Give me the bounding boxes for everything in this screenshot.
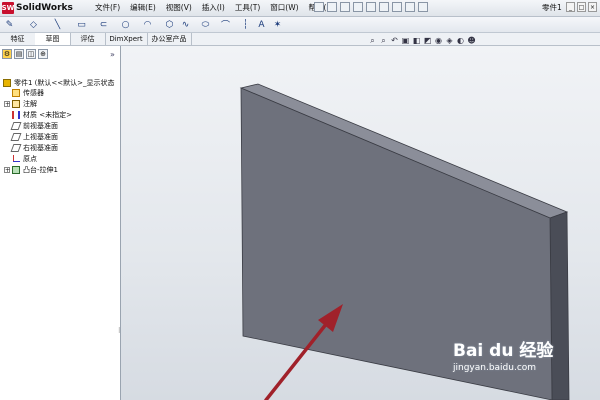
plane-icon: [10, 121, 22, 130]
tree-item-label: 材质 <未指定>: [23, 110, 72, 119]
tree-item-front-plane[interactable]: 前视基准面: [10, 121, 58, 130]
menu-insert[interactable]: 插入(I): [197, 2, 230, 14]
tree-item-boss-extrude[interactable]: + 凸台-拉伸1: [4, 165, 58, 174]
main-menu: 文件(F) 编辑(E) 视图(V) 插入(I) 工具(T) 窗口(W) 帮助(H…: [90, 2, 340, 14]
view-settings-icon[interactable]: ☻: [467, 36, 476, 45]
window-controls: _ □ ×: [566, 2, 597, 12]
text-icon[interactable]: A: [256, 19, 267, 30]
maximize-button[interactable]: □: [577, 2, 586, 12]
display-style-icon[interactable]: ◩: [423, 36, 432, 45]
slot-icon[interactable]: ⊂: [98, 19, 109, 30]
sketch-toolbar: ✎ ◇ ╲ ▭ ⊂ ○ ◠ ⬡ ∿ ⬭ ⌒ ┆ A ✶: [0, 17, 600, 33]
centerline-icon[interactable]: ┆: [240, 19, 251, 30]
circle-icon[interactable]: ○: [120, 19, 131, 30]
menu-window[interactable]: 窗口(W): [265, 2, 303, 14]
menu-bar: SW SolidWorks 文件(F) 编辑(E) 视图(V) 插入(I) 工具…: [0, 0, 600, 17]
tree-item-label: 前视基准面: [23, 121, 58, 130]
expand-plus-icon[interactable]: +: [4, 100, 10, 107]
feature-manager-tab-icon[interactable]: ⚙: [2, 49, 12, 59]
spline-icon[interactable]: ∿: [180, 19, 191, 30]
view-orientation-icon[interactable]: ◧: [412, 36, 421, 45]
menu-edit[interactable]: 编辑(E): [125, 2, 161, 14]
solidworks-logo-icon: SW: [1, 2, 15, 14]
tree-item-label: 上视基准面: [23, 132, 58, 141]
menu-file[interactable]: 文件(F): [90, 2, 125, 14]
polygon-icon[interactable]: ⬡: [164, 19, 175, 30]
dimxpert-manager-tab-icon[interactable]: ⊕: [38, 49, 48, 59]
standard-toolbar: [314, 2, 428, 12]
plane-icon: [10, 132, 22, 141]
tree-root-part[interactable]: 零件1 (默认<<默认>_显示状态: [3, 78, 115, 88]
tree-item-label: 注解: [23, 99, 37, 108]
tree-item-label: 右视基准面: [23, 143, 58, 152]
command-manager-tabs: 特征 草图 评估 DimXpert 办公室产品: [0, 33, 600, 46]
menu-view[interactable]: 视图(V): [161, 2, 197, 14]
hide-show-icon[interactable]: ◉: [434, 36, 443, 45]
point-icon[interactable]: ✶: [272, 19, 283, 30]
sketch-icon[interactable]: ✎: [4, 19, 15, 30]
document-title: 零件1: [542, 3, 562, 12]
options-icon[interactable]: [418, 2, 428, 12]
fillet-icon[interactable]: ⌒: [220, 19, 231, 31]
previous-view-icon[interactable]: ↶: [390, 36, 399, 45]
zoom-to-fit-icon[interactable]: ⌕: [368, 36, 377, 45]
material-icon: [12, 110, 20, 119]
expand-plus-icon[interactable]: +: [4, 166, 10, 173]
rebuild-traffic-light-icon[interactable]: [392, 2, 402, 12]
baidu-watermark: Bai du 经验 jingyan.baidu.com: [453, 336, 553, 373]
tab-dimxpert[interactable]: DimXpert: [105, 33, 148, 45]
menu-tools[interactable]: 工具(T): [230, 2, 265, 14]
minimize-button[interactable]: _: [566, 2, 575, 12]
section-view-icon[interactable]: ▣: [401, 36, 410, 45]
select-arrow-icon[interactable]: [379, 2, 389, 12]
tree-root-label: 零件1 (默认<<默认>_显示状态: [14, 79, 115, 87]
feature-manager-panel: ⚙ ▤ ◫ ⊕ » 零件1 (默认<<默认>_显示状态 传感器 + 注解 材质 …: [0, 46, 121, 400]
save-icon[interactable]: [340, 2, 350, 12]
tab-office-products[interactable]: 办公室产品: [147, 33, 192, 45]
expand-chevron-icon[interactable]: »: [110, 50, 115, 59]
tree-item-annotations[interactable]: + 注解: [4, 99, 37, 108]
edit-appearance-icon[interactable]: ◈: [445, 36, 454, 45]
tab-features[interactable]: 特征: [0, 33, 36, 45]
part-icon: [3, 79, 11, 87]
tree-item-label: 凸台-拉伸1: [23, 165, 58, 174]
watermark-main: Bai du 经验: [453, 341, 554, 361]
annotation-icon: [12, 99, 20, 108]
apply-scene-icon[interactable]: ◐: [456, 36, 465, 45]
line-icon[interactable]: ╲: [52, 19, 63, 30]
app-logo[interactable]: SW SolidWorks: [2, 1, 73, 15]
tree-item-label: 原点: [23, 154, 37, 163]
print-icon[interactable]: [353, 2, 363, 12]
tree-item-right-plane[interactable]: 右视基准面: [10, 143, 58, 152]
ellipse-icon[interactable]: ⬭: [200, 19, 211, 30]
new-document-icon[interactable]: [314, 2, 324, 12]
open-folder-icon[interactable]: [327, 2, 337, 12]
tree-item-origin[interactable]: 原点: [12, 154, 37, 163]
smart-dimension-icon[interactable]: ◇: [28, 19, 39, 30]
tree-item-top-plane[interactable]: 上视基准面: [10, 132, 58, 141]
heads-up-view-toolbar: ⌕ ⌕ ↶ ▣ ◧ ◩ ◉ ◈ ◐ ☻: [368, 36, 476, 45]
origin-icon: [12, 154, 20, 163]
tree-item-label: 传感器: [23, 88, 44, 97]
undo-icon[interactable]: [366, 2, 376, 12]
arc-icon[interactable]: ◠: [142, 19, 153, 30]
watermark-url: jingyan.baidu.com: [453, 363, 537, 373]
sensor-icon: [12, 88, 20, 97]
tree-item-sensors[interactable]: 传感器: [12, 88, 44, 97]
panel-tab-icons: ⚙ ▤ ◫ ⊕: [2, 49, 48, 59]
close-button[interactable]: ×: [588, 2, 597, 12]
tab-evaluate[interactable]: 评估: [70, 33, 106, 45]
app-name: SolidWorks: [16, 3, 73, 13]
plane-icon: [10, 143, 22, 152]
extrude-icon: [12, 165, 20, 174]
configuration-manager-tab-icon[interactable]: ◫: [26, 49, 36, 59]
rectangle-icon[interactable]: ▭: [76, 19, 87, 30]
zoom-area-icon[interactable]: ⌕: [379, 36, 388, 45]
tree-item-material[interactable]: 材质 <未指定>: [12, 110, 72, 119]
property-manager-tab-icon[interactable]: ▤: [14, 49, 24, 59]
tab-sketch[interactable]: 草图: [35, 33, 71, 45]
file-properties-icon[interactable]: [405, 2, 415, 12]
